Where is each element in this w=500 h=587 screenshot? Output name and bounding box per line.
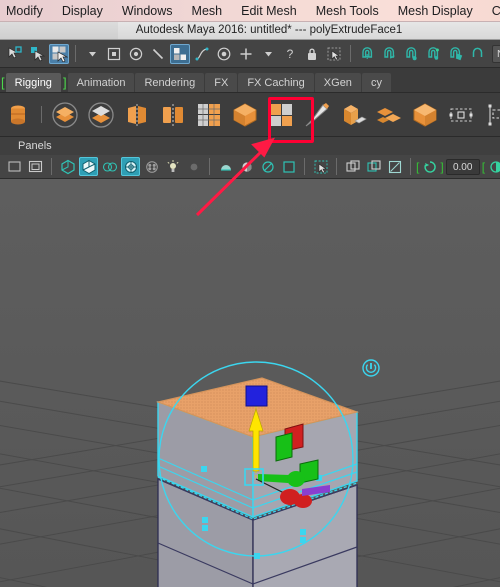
gamma-bracket-left: [ [481, 159, 486, 174]
snap-grid-icon[interactable] [357, 44, 377, 64]
mask-dropdown-icon-2[interactable] [258, 44, 278, 64]
menu-item-modify[interactable]: Modify [6, 0, 43, 22]
maya-title-bar: Autodesk Maya 2016: untitled* --- polyEx… [0, 22, 500, 40]
multi-cut-icon[interactable] [372, 98, 406, 132]
grid-toggle-icon[interactable] [364, 157, 383, 176]
snap-curve-icon[interactable] [379, 44, 399, 64]
svg-text:?: ? [287, 47, 294, 61]
extrude-icon[interactable] [336, 98, 370, 132]
separate-icon[interactable] [84, 98, 118, 132]
snap-projected-icon[interactable] [423, 44, 443, 64]
viewport-toolbar: [ ] 0.00 [ ] 1.00 un sP [0, 155, 500, 179]
snap-point-icon[interactable] [401, 44, 421, 64]
viewport-scene [0, 179, 500, 587]
mac-menu-bar: Modify Display Windows Mesh Edit Mesh Me… [0, 0, 500, 22]
select-component-icon[interactable] [49, 43, 69, 64]
vp-separator-3 [304, 158, 305, 175]
shelf-tab-animation[interactable]: Animation [67, 73, 135, 93]
vp-separator-4 [336, 158, 337, 175]
bookmark-icon[interactable] [26, 157, 45, 176]
light-bulb-icon[interactable] [163, 157, 182, 176]
exposure-value-field[interactable]: 0.00 [445, 158, 480, 175]
shelf-tab-rigging[interactable]: Rigging [5, 73, 61, 93]
mirror-icon[interactable] [120, 98, 154, 132]
shelf-tab-rendering[interactable]: Rendering [135, 73, 205, 93]
select-uv-icon[interactable] [170, 43, 190, 64]
snap-view-plane-icon[interactable] [445, 44, 465, 64]
multisample-icon[interactable] [258, 157, 277, 176]
select-highlight-icon[interactable] [324, 44, 344, 64]
shelf-tab-fx[interactable]: FX [205, 73, 238, 93]
vp-separator-1 [51, 158, 52, 175]
lock-icon[interactable] [302, 44, 322, 64]
isolate-select-icon[interactable] [343, 157, 362, 176]
select-all-icon[interactable] [236, 44, 256, 64]
smooth-shade-icon[interactable] [100, 157, 119, 176]
select-curve-icon[interactable] [192, 44, 212, 64]
film-gate-icon[interactable] [385, 157, 404, 176]
panels-menu-bar: Panels [0, 137, 500, 155]
shelf-icon-row [0, 93, 500, 137]
shade-textured-icon[interactable] [121, 157, 140, 176]
viewport-3d[interactable]: 溜溜自学 ZIXUE.3D66.COM [0, 179, 500, 587]
vp-separator-2 [209, 158, 210, 175]
select-edge-icon[interactable] [148, 44, 168, 64]
gamma-icon[interactable] [486, 157, 500, 176]
menu-item-mesh[interactable]: Mesh [192, 0, 223, 22]
image-plane-icon[interactable] [58, 157, 77, 176]
status-separator-2 [350, 45, 351, 62]
select-hierarchy-icon[interactable] [5, 44, 25, 64]
screen-space-ao-icon[interactable] [216, 157, 235, 176]
status-separator-1 [75, 45, 76, 62]
help-icon[interactable]: ? [280, 44, 300, 64]
status-line-toolbar: ? [0, 40, 500, 68]
window-title: Autodesk Maya 2016: untitled* --- polyEx… [135, 24, 403, 36]
handle-blue-cube [245, 385, 268, 407]
panels-menu-label[interactable]: Panels [18, 140, 52, 152]
select-face-icon[interactable] [126, 44, 146, 64]
shelf-tab-cy[interactable]: cy [361, 73, 391, 93]
shelf-tab-fx-caching[interactable]: FX Caching [238, 73, 314, 93]
sculpt-tool-icon[interactable] [300, 98, 334, 132]
lighting-icon[interactable] [142, 157, 161, 176]
wireframe-icon[interactable] [79, 157, 98, 176]
snap-magnet-icon[interactable] [467, 44, 487, 64]
menu-item-display[interactable]: Display [62, 0, 103, 22]
live-surface-field[interactable]: No Live [492, 44, 500, 63]
exposure-icon[interactable] [420, 157, 439, 176]
select-camera-icon[interactable] [5, 157, 24, 176]
menu-item-mesh-tools[interactable]: Mesh Tools [316, 0, 379, 22]
depth-of-field-icon[interactable] [279, 157, 298, 176]
xray-icon[interactable] [311, 157, 330, 176]
combine-icon[interactable] [48, 98, 82, 132]
select-object-icon[interactable] [27, 44, 47, 64]
select-pivot-icon[interactable] [214, 44, 234, 64]
bevel-icon[interactable] [408, 98, 442, 132]
mask-dropdown-icon[interactable] [82, 44, 102, 64]
select-vertex-icon[interactable] [104, 44, 124, 64]
mirror-cut-icon[interactable] [156, 98, 190, 132]
menu-item-curves[interactable]: C [492, 0, 500, 22]
subdiv-grid-icon[interactable] [264, 98, 298, 132]
shelf-bracket-right: ] [62, 75, 67, 90]
handle-green-plane [275, 432, 293, 462]
vp-separator-5 [410, 158, 411, 175]
shelf-bracket-left: [ [1, 75, 5, 90]
shelf-tab-bar: [ Rigging ] Animation Rendering FX FX Ca… [0, 68, 500, 93]
menu-item-edit-mesh[interactable]: Edit Mesh [241, 0, 297, 22]
shelf-separator-1 [41, 106, 42, 123]
shadow-icon[interactable] [184, 157, 203, 176]
smooth-proxy-icon[interactable] [228, 98, 262, 132]
exposure-bracket-right: ] [440, 159, 444, 174]
motion-blur-icon[interactable] [237, 157, 256, 176]
maya-application-window: Modify Display Windows Mesh Edit Mesh Me… [0, 0, 500, 587]
exposure-bracket-left: [ [416, 159, 420, 174]
bridge-icon[interactable] [444, 98, 478, 132]
append-polygon-icon[interactable] [480, 98, 500, 132]
smooth-grid-icon[interactable] [192, 98, 226, 132]
menu-item-mesh-display[interactable]: Mesh Display [398, 0, 473, 22]
menu-item-windows[interactable]: Windows [122, 0, 173, 22]
poly-cylinder-icon[interactable] [1, 98, 35, 132]
shelf-tab-xgen[interactable]: XGen [314, 73, 361, 93]
